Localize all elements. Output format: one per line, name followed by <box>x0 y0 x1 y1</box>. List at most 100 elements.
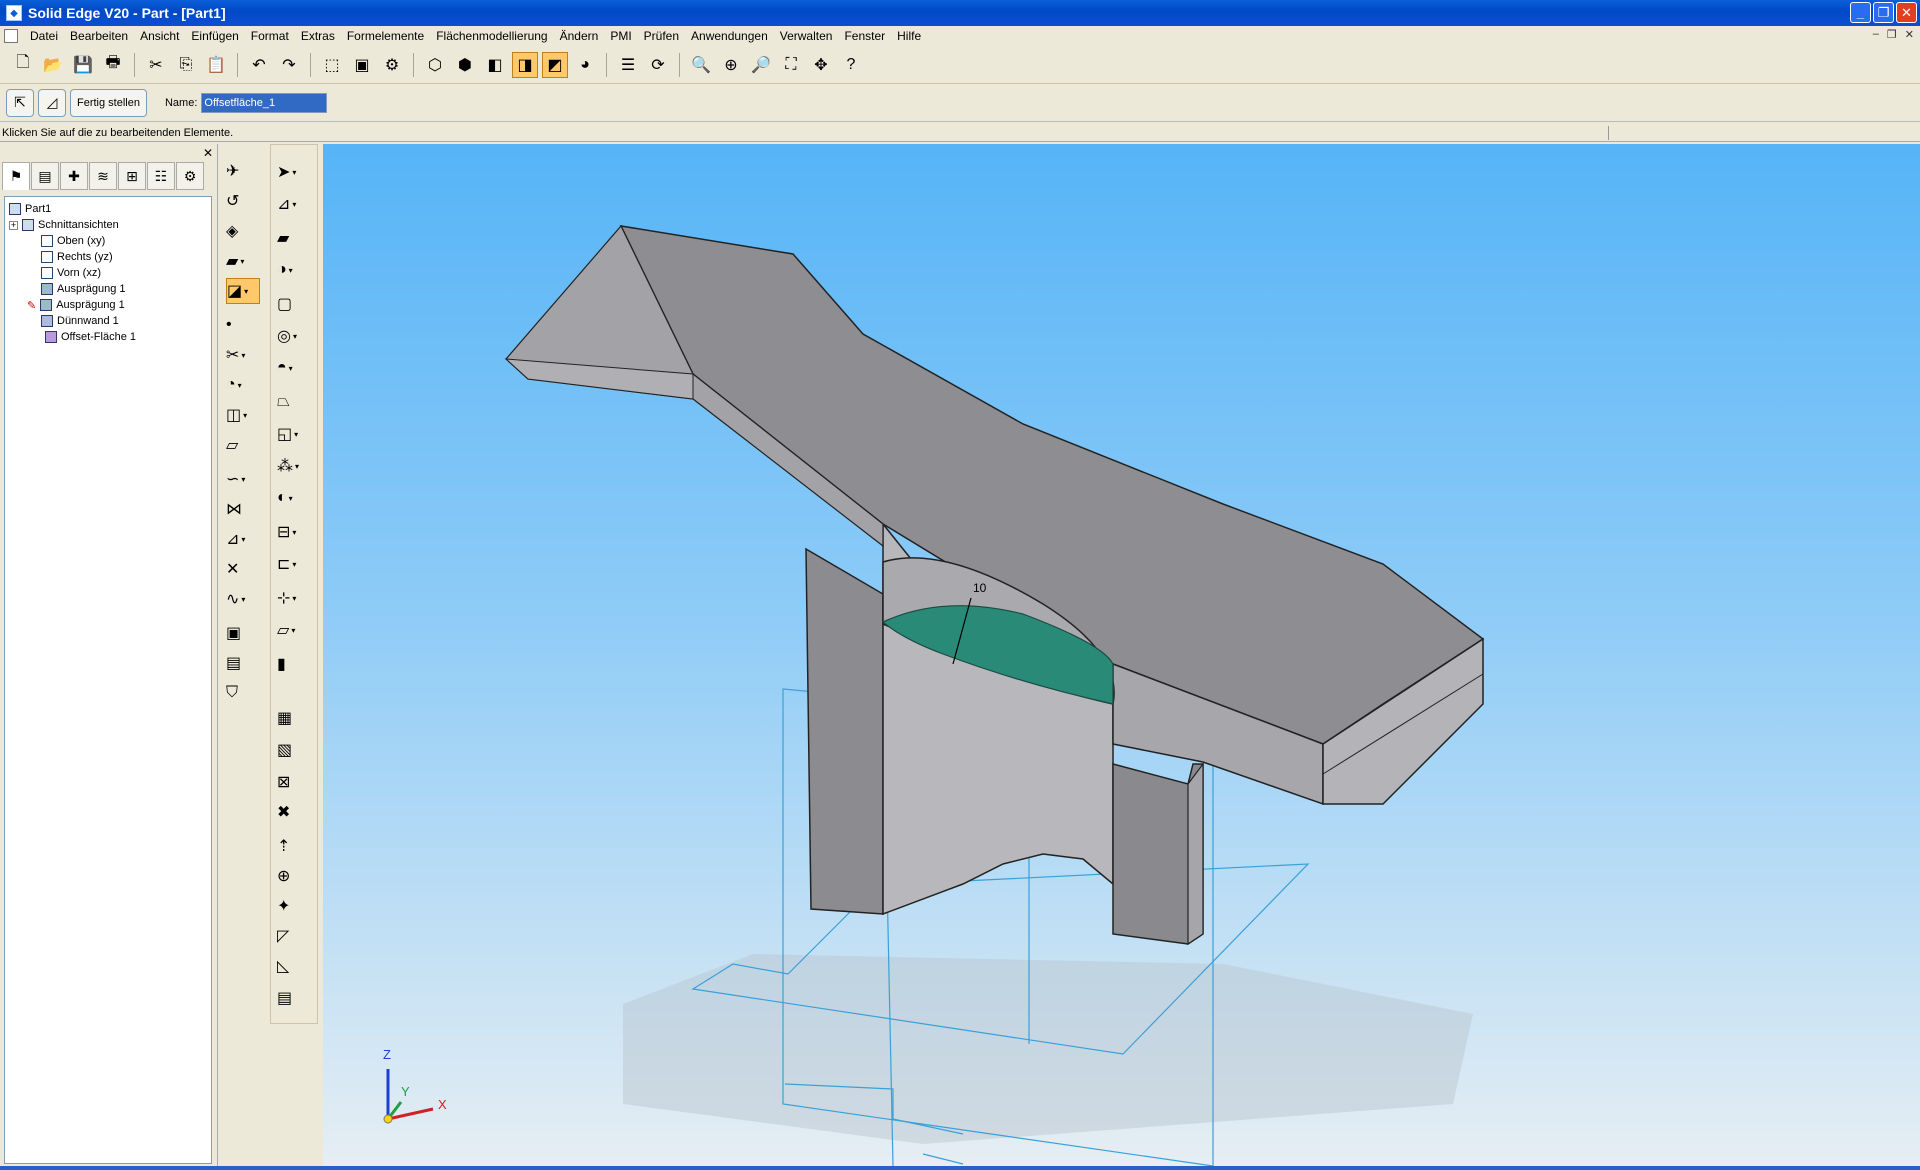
cross-curve-icon[interactable]: ✕ <box>226 556 260 582</box>
tree-node-duennwand[interactable]: Dünnwand 1 <box>41 313 119 329</box>
delete-face-icon[interactable]: ⊠ <box>277 769 311 795</box>
minimize-button[interactable]: _ <box>1850 2 1871 23</box>
sketch-icon[interactable]: ⊿ ▾ <box>277 191 311 217</box>
offset-surface-icon[interactable]: ◈ <box>226 218 260 244</box>
document-icon[interactable] <box>4 29 18 43</box>
delete-region-icon[interactable]: ✖ <box>277 799 311 825</box>
close-pane-icon[interactable]: ✕ <box>203 146 213 160</box>
paste-icon[interactable]: 📋 <box>203 52 229 78</box>
rotate-view-icon[interactable]: ⟳ <box>645 52 671 78</box>
hidden-edges-view-icon[interactable]: ⬢ <box>452 52 478 78</box>
tree-node-auspraegung-1b[interactable]: ✎ Ausprägung 1 <box>27 297 125 313</box>
undo-icon[interactable]: ↶ <box>246 52 272 78</box>
insert-part-icon[interactable]: ▧ <box>277 737 311 763</box>
extruded-surface-icon[interactable]: ▰ ▾ <box>226 248 260 274</box>
menu-formelemente[interactable]: Formelemente <box>341 29 430 43</box>
project-curve-icon[interactable]: ⊿ ▾ <box>226 526 260 552</box>
menu-flaechenmodellierung[interactable]: Flächenmodellierung <box>430 29 553 43</box>
extend-surface-icon[interactable]: ◔ ▾ <box>226 372 260 398</box>
menu-einfuegen[interactable]: Einfügen <box>185 29 244 43</box>
menu-extras[interactable]: Extras <box>295 29 341 43</box>
wireframe-view-icon[interactable]: ⬡ <box>422 52 448 78</box>
pattern-icon[interactable]: ⁂ ▾ <box>277 453 311 479</box>
intersection-curve-icon[interactable]: ⋈ <box>226 496 260 522</box>
variables-icon[interactable]: ⚙ <box>379 52 405 78</box>
thin-wall-icon[interactable]: ◱ ▾ <box>277 421 311 447</box>
expand-icon[interactable]: + <box>9 220 18 230</box>
split-face-icon[interactable]: ◫ ▾ <box>226 402 260 428</box>
tab-sensors-icon[interactable]: ≋ <box>89 162 117 190</box>
draft-icon[interactable]: ⏢ <box>277 389 311 415</box>
menu-anwendungen[interactable]: Anwendungen <box>685 29 774 43</box>
render-sphere-icon[interactable]: ◕ <box>572 52 598 78</box>
coordinate-system-icon[interactable]: ⊹ ▾ <box>277 585 311 611</box>
tab-properties-icon[interactable]: ☷ <box>147 162 175 190</box>
menu-fenster[interactable]: Fenster <box>838 29 891 43</box>
menu-datei[interactable]: Datei <box>24 29 64 43</box>
tree-node-schnittansichten[interactable]: + Schnittansichten <box>9 217 119 233</box>
bounded-surface-icon[interactable]: ⛉ <box>226 680 260 706</box>
help-pointer-icon[interactable]: ? <box>838 52 864 78</box>
rotate-face-icon[interactable]: ✦ <box>277 893 311 919</box>
parting-surface-icon[interactable]: ▤ <box>226 650 260 676</box>
mdi-close-button[interactable]: ✕ <box>1905 28 1914 41</box>
pan-icon[interactable]: ✥ <box>808 52 834 78</box>
tree-node-oben[interactable]: Oben (xy) <box>41 233 105 249</box>
zoom-area-icon[interactable]: 🔍 <box>688 52 714 78</box>
point-icon[interactable]: • <box>226 312 260 338</box>
menu-pruefen[interactable]: Prüfen <box>638 29 685 43</box>
move-face-icon[interactable]: ⇡ <box>277 833 311 859</box>
tab-layers-icon[interactable]: ▤ <box>31 162 59 190</box>
lip-icon[interactable]: ⊏ ▾ <box>277 551 311 577</box>
dimension-label[interactable]: 10 <box>973 581 987 595</box>
copy-surface-icon[interactable]: ◪ ▾ <box>226 278 260 304</box>
new-file-icon[interactable]: 🗋 <box>10 52 36 78</box>
tree-node-rechts[interactable]: Rechts (yz) <box>41 249 113 265</box>
save-icon[interactable]: 💾 <box>70 52 96 78</box>
part-copy-icon[interactable]: ▦ <box>277 705 311 731</box>
select-step-icon[interactable]: ⇱ <box>6 88 34 117</box>
named-views-icon[interactable]: ☰ <box>615 52 641 78</box>
tree-node-vorn[interactable]: Vorn (xz) <box>41 265 101 281</box>
menu-hilfe[interactable]: Hilfe <box>891 29 927 43</box>
offset-face-icon[interactable]: ⊕ <box>277 863 311 889</box>
menu-pmi[interactable]: PMI <box>604 29 637 43</box>
name-input[interactable] <box>201 92 328 113</box>
reference-plane-icon[interactable]: ▱ ▾ <box>277 617 311 643</box>
derived-curve-icon[interactable]: ∿ ▾ <box>226 586 260 612</box>
menu-verwalten[interactable]: Verwalten <box>774 29 839 43</box>
simplify-icon[interactable]: ◺ <box>277 953 311 979</box>
face-select-icon[interactable]: ◿ <box>38 88 66 117</box>
revolve-icon[interactable]: ◑ ▾ <box>277 257 311 283</box>
restore-button[interactable]: ❐ <box>1873 2 1894 23</box>
shaded-edges-view-icon[interactable]: ◨ <box>512 51 538 78</box>
tab-library-icon[interactable]: ✚ <box>60 162 88 190</box>
cut-icon[interactable]: ✂ <box>143 52 169 78</box>
mdi-restore-button[interactable]: ❐ <box>1887 28 1897 41</box>
copy-icon[interactable]: ⎘ <box>173 52 199 78</box>
cutout-icon[interactable]: ▢ <box>277 291 311 317</box>
select-tool-icon[interactable]: ⬚ <box>319 52 345 78</box>
redo-icon[interactable]: ↷ <box>276 52 302 78</box>
round-icon[interactable]: ◓ ▾ <box>277 355 311 381</box>
shaded-view-icon[interactable]: ◧ <box>482 52 508 78</box>
hole-icon[interactable]: ◎ ▾ <box>277 323 311 349</box>
feature-library-icon[interactable]: ▣ <box>349 52 375 78</box>
tab-family-icon[interactable]: ⊞ <box>118 162 146 190</box>
menu-aendern[interactable]: Ändern <box>554 29 605 43</box>
print-icon[interactable]: 🖶 <box>100 52 126 78</box>
disk-icon[interactable]: ▤ <box>277 985 311 1011</box>
menu-bearbeiten[interactable]: Bearbeiten <box>64 29 134 43</box>
trim-surface-icon[interactable]: ✂ ▾ <box>226 342 260 368</box>
tab-settings-icon[interactable]: ⚙ <box>176 162 204 190</box>
protrusion-icon[interactable]: ▰ <box>277 225 311 251</box>
stitch-surface-icon[interactable]: ▱ <box>226 432 260 458</box>
fit-view-icon[interactable]: ⛶ <box>778 52 804 78</box>
zoom-icon[interactable]: ⊕ <box>718 52 744 78</box>
part-model[interactable]: 10 Z X Y <box>323 144 1920 1166</box>
select-arrow-icon[interactable]: ➤ ▾ <box>277 159 311 185</box>
graphics-viewport[interactable]: 10 Z X Y <box>323 144 1920 1166</box>
menu-format[interactable]: Format <box>245 29 295 43</box>
tab-feature-tree-icon[interactable]: ⚑ <box>2 162 30 190</box>
shaded-visible-edges-icon[interactable]: ◩ <box>542 51 568 78</box>
